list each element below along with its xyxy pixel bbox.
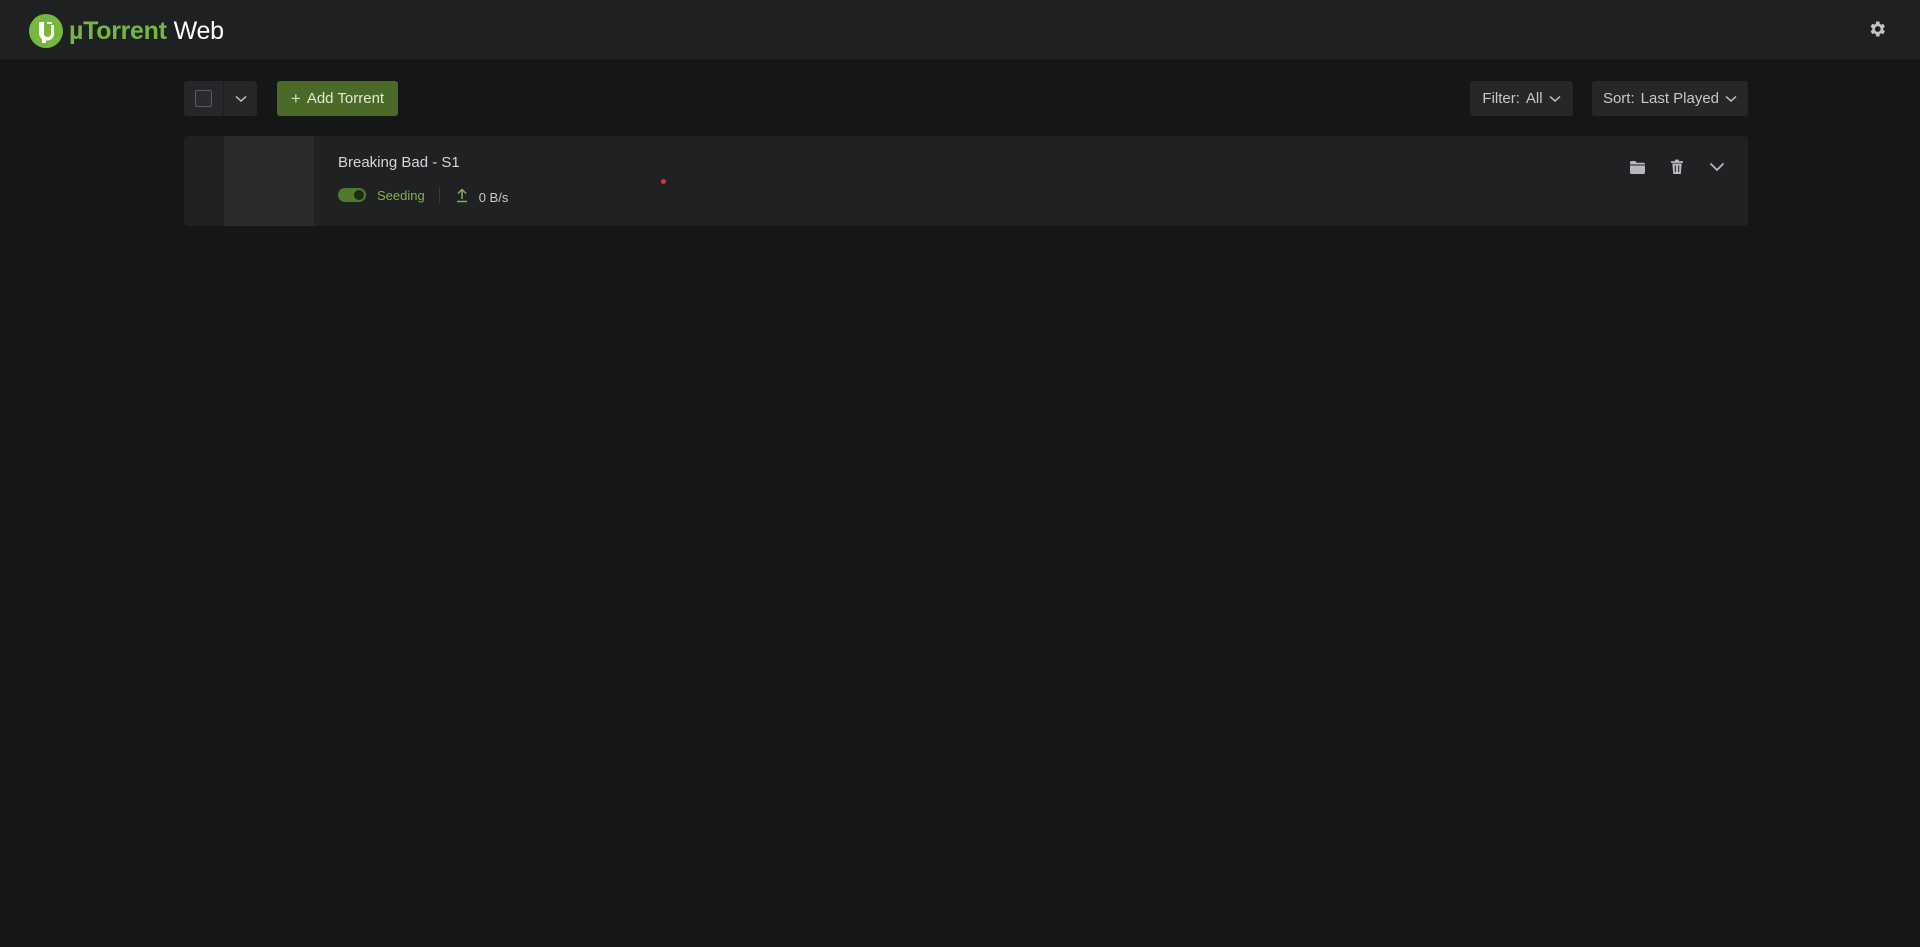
- upload-arrow-icon: [455, 187, 469, 203]
- toolbar: + Add Torrent Filter: All Sort: Last Pla…: [0, 81, 1920, 116]
- expand-details-button[interactable]: [1708, 158, 1726, 176]
- chevron-down-icon: [1709, 162, 1725, 172]
- gear-icon: [1870, 21, 1885, 37]
- top-bar: µTorrent Web: [0, 0, 1920, 60]
- toggle-knob: [354, 190, 364, 200]
- torrent-status: Seeding: [377, 187, 425, 203]
- seeding-toggle[interactable]: [338, 188, 366, 202]
- chevron-down-icon: [234, 95, 247, 102]
- utorrent-logo-icon: [29, 14, 63, 48]
- torrent-status-row: Seeding 0 B/s: [338, 186, 509, 205]
- status-divider: [438, 187, 440, 203]
- app-logo[interactable]: µTorrent Web: [29, 14, 224, 48]
- open-folder-button[interactable]: [1628, 158, 1646, 176]
- chevron-down-icon: [1725, 95, 1737, 102]
- chevron-down-icon: [1549, 95, 1561, 102]
- notification-dot: [661, 179, 666, 184]
- torrent-name[interactable]: Breaking Bad - S1: [338, 154, 460, 171]
- add-torrent-label: Add Torrent: [306, 90, 385, 107]
- bulk-select-control: [184, 81, 257, 116]
- filter-label: Filter:: [1482, 90, 1520, 107]
- product-name: Web: [173, 17, 224, 45]
- checkbox-box: [195, 90, 212, 107]
- settings-button[interactable]: [1865, 17, 1889, 41]
- trash-icon: [1671, 159, 1683, 174]
- sort-dropdown[interactable]: Sort: Last Played: [1592, 81, 1748, 116]
- upload-speed: 0 B/s: [478, 189, 509, 205]
- folder-icon: [1629, 160, 1645, 174]
- torrent-actions: [1628, 156, 1726, 178]
- select-all-checkbox[interactable]: [184, 81, 224, 116]
- add-torrent-button[interactable]: + Add Torrent: [277, 81, 398, 116]
- sort-label: Sort:: [1602, 90, 1635, 107]
- brand-name: µTorrent: [69, 17, 167, 45]
- filter-dropdown[interactable]: Filter: All: [1470, 81, 1573, 116]
- sort-value: Last Played: [1640, 90, 1720, 107]
- filter-value: All: [1525, 90, 1543, 107]
- app-title: µTorrent Web: [69, 14, 224, 48]
- delete-button[interactable]: [1668, 158, 1686, 176]
- select-options-dropdown[interactable]: [224, 81, 257, 116]
- torrent-thumbnail: [224, 136, 314, 226]
- torrent-item[interactable]: Breaking Bad - S1 Seeding 0 B/s: [184, 136, 1748, 226]
- plus-icon: +: [290, 89, 301, 108]
